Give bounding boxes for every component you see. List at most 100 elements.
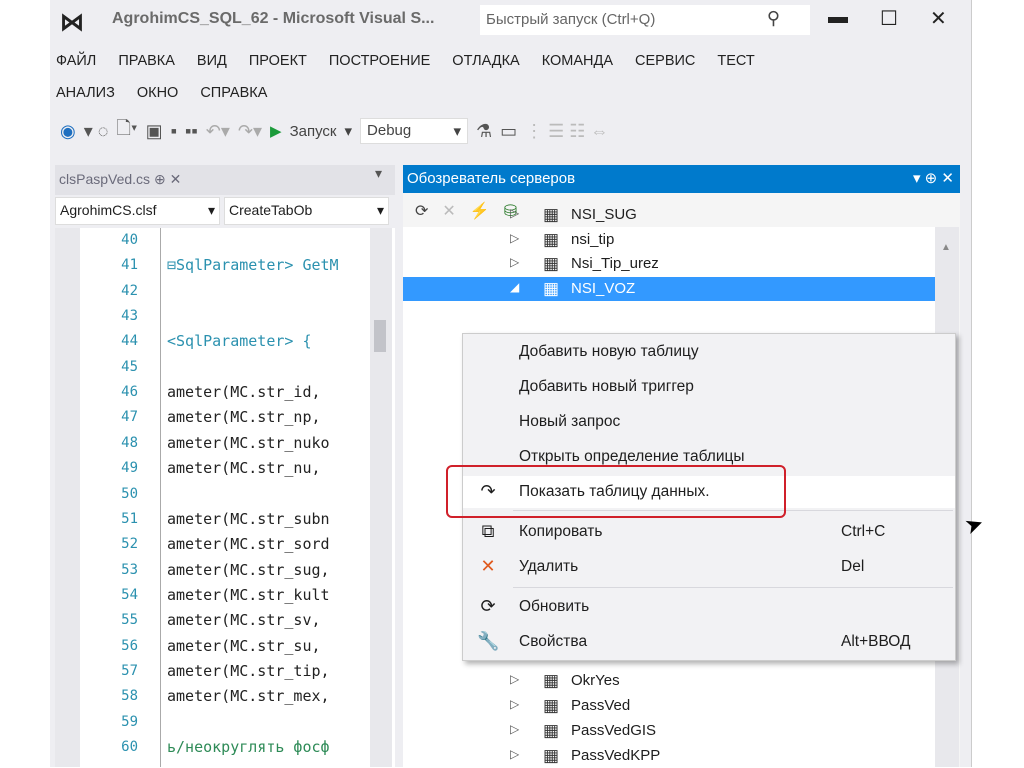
code-line[interactable]: ⊟SqlParameter> GetM (167, 256, 339, 274)
panel-controls[interactable]: ▾ ⊕ ✕ (913, 169, 954, 187)
window-icon[interactable]: ▭ (500, 121, 517, 142)
redo-icon[interactable]: ↷▾ (238, 121, 262, 142)
editor-scrollbar[interactable] (370, 228, 392, 767)
code-editor[interactable]: 40 41 ⊟SqlParameter> GetM 42 43 44 <SqlParamet… (55, 228, 395, 767)
tree-node[interactable]: ▷ ▦ PassVedKPP (403, 744, 935, 768)
back-icon[interactable]: ◉ (60, 121, 76, 142)
save-all-icon[interactable]: ▪▪ (185, 121, 198, 142)
configuration-select[interactable]: Debug ▾ (360, 118, 469, 144)
title-bar: ⋈ AgrohimCS_SQL_62 - Microsoft Visual S.… (50, 0, 972, 42)
pin-icon[interactable]: ⊕ (154, 171, 166, 187)
code-line[interactable]: ameter(MC.str_sug, (167, 561, 330, 579)
menu-item[interactable]: ПРОЕКТ (249, 53, 307, 69)
maximize-button[interactable]: ☐ (880, 6, 898, 31)
run-dropdown-icon[interactable]: ▾ (344, 122, 352, 140)
tree-node[interactable]: ▷ ▦ OkrYes (403, 669, 935, 693)
menu-separator (513, 587, 953, 588)
menu-item-label: Удалить (519, 558, 579, 575)
tree-node[interactable]: ▷ ▦ PassVedGIS (403, 719, 935, 743)
tab-overflow-icon[interactable]: ▾ (375, 165, 382, 182)
code-line[interactable]: ameter(MC.str_np, (167, 408, 321, 426)
scrollbar-thumb[interactable] (374, 320, 386, 352)
menu-item[interactable]: ПРАВКА (118, 53, 175, 69)
delete-icon: ✕ (480, 556, 496, 576)
table-icon: ▦ (543, 671, 560, 690)
refresh-icon: ⟳ (480, 596, 496, 616)
tree-node-label: OkrYes (571, 672, 620, 689)
menu-item[interactable]: ОТЛАДКА (452, 53, 519, 69)
line-number: 53 (121, 561, 138, 578)
expand-arrow-icon[interactable]: ▷ (510, 722, 519, 736)
code-line[interactable]: ь/неокруглять фосф (167, 738, 330, 756)
menu-item[interactable]: ТЕСТ (717, 53, 754, 69)
code-line[interactable]: ameter(MC.str_tip, (167, 662, 330, 680)
menu-item-label: Открыть определение таблицы (519, 448, 745, 465)
code-line[interactable]: ameter(MC.str_sord (167, 535, 330, 553)
toolbar-more-icon[interactable]: ⋮ ☰ ☷ ⇔ (525, 121, 608, 142)
expand-arrow-icon[interactable]: ▷ (510, 697, 519, 711)
chevron-down-icon: ▾ (376, 202, 384, 218)
menu-item[interactable]: КОМАНДА (542, 53, 613, 69)
code-line[interactable]: <SqlParameter> { (167, 332, 312, 350)
class-dropdown[interactable]: AgrohimCS.clsf ▾ (55, 197, 220, 225)
tree-node-label: NSI_SUG (571, 206, 637, 223)
code-line[interactable]: ameter(MC.str_kult (167, 586, 330, 604)
line-number: 41 (121, 257, 138, 274)
save-icon[interactable]: ▪ (171, 121, 177, 142)
window-title: AgrohimCS_SQL_62 - Microsoft Visual S... (112, 10, 435, 27)
tree-node[interactable]: ▷ ▦ NSI_SUG (403, 203, 935, 227)
line-number: 43 (121, 308, 138, 325)
code-line[interactable]: ameter(MC.str_id, (167, 383, 321, 401)
expand-arrow-icon[interactable]: ▷ (510, 255, 519, 269)
table-icon: ▦ (543, 229, 560, 249)
find-icon[interactable]: ⚗ (476, 121, 492, 142)
line-number: 51 (121, 510, 138, 527)
expand-arrow-icon[interactable]: ▷ (510, 231, 519, 245)
tree-node[interactable]: ◢ ▦ NSI_VOZ (403, 277, 935, 302)
tree-node[interactable]: ▷ ▦ PassVed (403, 694, 935, 718)
context-menu-item[interactable]: ⟳ Обновить (463, 591, 955, 623)
menu-item[interactable]: ВИД (197, 53, 227, 69)
document-tab[interactable]: clsPaspVed.cs ⊕ ✕ (55, 165, 395, 195)
menu-item[interactable]: АНАЛИЗ (56, 85, 115, 101)
collapse-arrow-icon[interactable]: ◢ (510, 280, 519, 294)
line-number: 58 (121, 688, 138, 705)
search-icon[interactable]: ⚲ (767, 8, 780, 29)
minimize-button[interactable]: ▬ (828, 6, 848, 29)
open-icon[interactable]: ▣ (146, 121, 163, 142)
line-number: 44 (121, 333, 138, 350)
menu-item[interactable]: ПОСТРОЕНИЕ (329, 53, 430, 69)
expand-arrow-icon[interactable]: ▷ (510, 672, 519, 686)
tree-node[interactable]: ▷ ▦ Nsi_Tip_urez (403, 252, 935, 276)
code-line[interactable]: ameter(MC.str_nu, (167, 459, 321, 477)
expand-arrow-icon[interactable]: ▷ (510, 747, 519, 761)
code-line[interactable]: ameter(MC.str_su, (167, 637, 321, 655)
context-menu-item[interactable]: Новый запрос (463, 406, 955, 438)
context-menu-item[interactable]: Добавить новый триггер (463, 371, 955, 403)
close-button[interactable]: ✕ (930, 6, 947, 31)
menu-item[interactable]: СЕРВИС (635, 53, 695, 69)
context-menu-item[interactable]: ⧉ Копировать Ctrl+C (463, 516, 955, 548)
context-menu-item[interactable]: 🔧 Свойства Alt+ВВОД (463, 626, 955, 658)
run-button[interactable]: Запуск (290, 123, 337, 140)
context-menu-item[interactable]: ✕ Удалить Del (463, 551, 955, 583)
tab-close-icon[interactable]: ✕ (170, 171, 182, 187)
scroll-up-icon[interactable]: ▲ (941, 242, 951, 253)
code-line[interactable]: ameter(MC.str_sv, (167, 611, 321, 629)
forward-icon[interactable]: ▾ ◌ (84, 121, 109, 142)
expand-arrow-icon[interactable]: ▷ (510, 206, 519, 220)
menu-item[interactable]: ФАЙЛ (56, 53, 96, 69)
quick-launch-input[interactable]: Быстрый запуск (Ctrl+Q) ⚲ (480, 5, 810, 35)
tree-node[interactable]: ▷ ▦ nsi_tip (403, 228, 935, 252)
code-line[interactable]: ameter(MC.str_mex, (167, 687, 330, 705)
menu-item[interactable]: ОКНО (137, 85, 178, 101)
code-line[interactable]: ameter(MC.str_nuko (167, 434, 330, 452)
tree-node-label: nsi_tip (571, 230, 615, 248)
undo-icon[interactable]: ↶▾ (206, 121, 230, 142)
code-line[interactable]: ameter(MC.str_subn (167, 510, 330, 528)
mouse-cursor-icon: ➤ (961, 509, 987, 540)
context-menu-item[interactable]: Добавить новую таблицу (463, 336, 955, 368)
new-project-icon[interactable]: 🗋▾ (116, 116, 137, 146)
member-dropdown[interactable]: CreateTabOb ▾ (224, 197, 389, 225)
menu-item[interactable]: СПРАВКА (200, 85, 267, 101)
